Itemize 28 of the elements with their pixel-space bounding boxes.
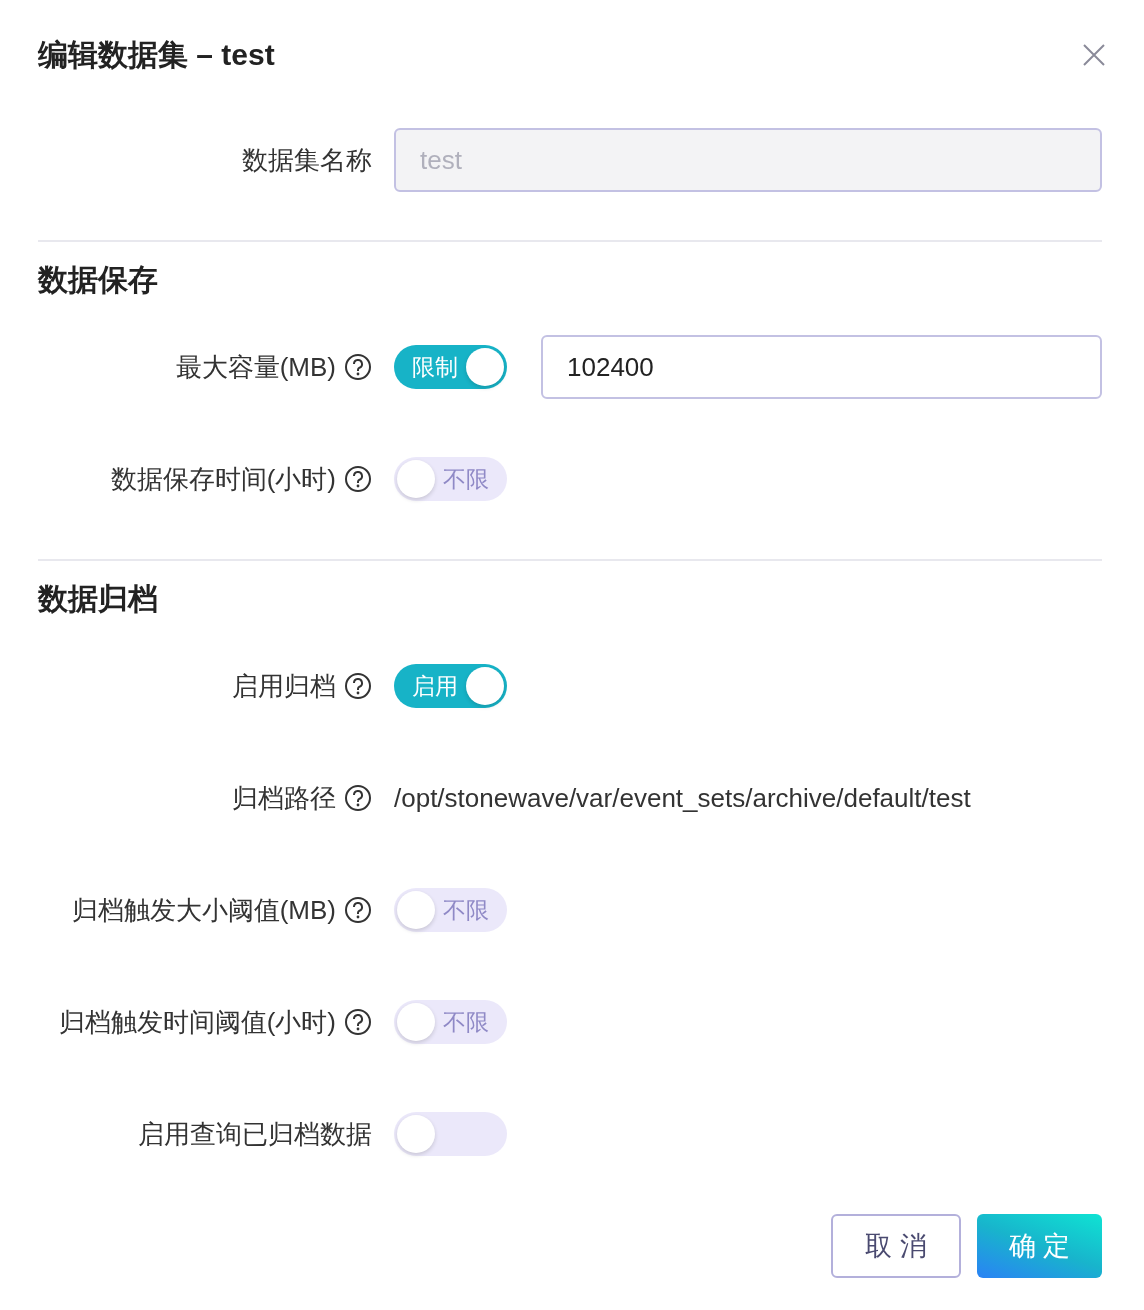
confirm-button[interactable]: 确 定	[977, 1214, 1102, 1278]
field-label: 启用查询已归档数据	[138, 1117, 372, 1151]
toggle-switch[interactable]: 限制	[394, 345, 507, 389]
help-icon[interactable]	[344, 672, 372, 700]
field-value: /opt/stonewave/var/event_sets/archive/default/test	[394, 782, 971, 814]
help-icon[interactable]	[344, 784, 372, 812]
field-label: 数据保存时间(小时)	[110, 462, 336, 496]
cancel-button[interactable]: 取 消	[831, 1214, 961, 1278]
input-field[interactable]: 102400	[541, 335, 1102, 399]
help-icon[interactable]	[344, 1008, 372, 1036]
toggle-switch[interactable]: 启用	[394, 664, 507, 708]
help-icon[interactable]	[344, 896, 372, 924]
close-icon[interactable]	[1082, 43, 1106, 67]
dialog-title: 编辑数据集 – test	[38, 36, 275, 73]
section-title: 数据归档	[38, 581, 159, 617]
toggle-switch[interactable]: 不限	[394, 1000, 507, 1044]
field-label: 归档触发时间阈值(小时)	[58, 1005, 336, 1039]
field-label: 启用归档	[232, 669, 336, 703]
field-label: 归档路径	[232, 781, 336, 815]
toggle-switch[interactable]: 不限	[394, 888, 507, 932]
toggle-switch[interactable]	[394, 1112, 507, 1156]
field-label: 归档触发大小阈值(MB)	[71, 893, 336, 927]
field-label: 最大容量(MB)	[175, 350, 336, 384]
field-label: 数据集名称	[242, 143, 372, 177]
section-title: 数据保存	[38, 262, 159, 298]
help-icon[interactable]	[344, 353, 372, 381]
toggle-switch[interactable]: 不限	[394, 457, 507, 501]
help-icon[interactable]	[344, 465, 372, 493]
